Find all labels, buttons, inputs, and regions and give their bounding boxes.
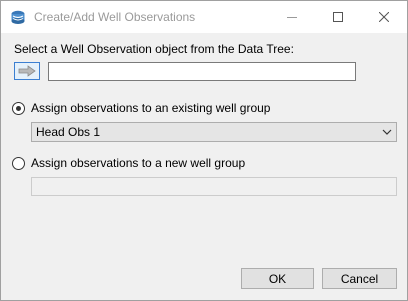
title-bar[interactable]: Create/Add Well Observations: [1, 1, 407, 33]
minimize-icon: [287, 17, 297, 18]
dialog-window: Create/Add Well Observations Select a We…: [0, 0, 408, 301]
existing-group-label[interactable]: Assign observations to an existing well …: [31, 101, 270, 115]
existing-group-value: Head Obs 1: [36, 125, 101, 139]
close-icon: [379, 12, 389, 22]
object-input[interactable]: [48, 62, 356, 81]
existing-group-radio[interactable]: [12, 102, 25, 115]
ok-button[interactable]: OK: [241, 268, 314, 289]
new-group-radio[interactable]: [12, 157, 25, 170]
new-group-input[interactable]: [31, 177, 397, 196]
chevron-down-icon: [382, 129, 392, 135]
window-title: Create/Add Well Observations: [34, 10, 196, 24]
app-icon: [10, 9, 26, 25]
radio-selected-dot: [16, 106, 21, 111]
maximize-button[interactable]: [315, 1, 361, 33]
right-arrow-icon: [18, 65, 36, 77]
maximize-icon: [333, 12, 343, 22]
new-group-label[interactable]: Assign observations to a new well group: [31, 156, 245, 170]
existing-group-select[interactable]: Head Obs 1: [31, 122, 397, 142]
minimize-button[interactable]: [269, 1, 315, 33]
select-object-button[interactable]: [14, 62, 40, 80]
picker-label: Select a Well Observation object from th…: [14, 42, 294, 56]
close-button[interactable]: [361, 1, 407, 33]
cancel-button[interactable]: Cancel: [322, 268, 397, 289]
